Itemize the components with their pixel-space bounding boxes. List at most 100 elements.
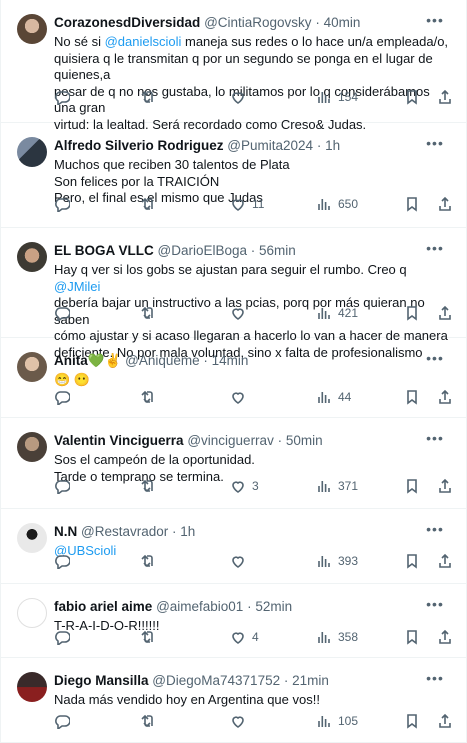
retweet-icon[interactable] (138, 88, 154, 106)
display-name[interactable]: N.N (54, 524, 77, 539)
timestamp[interactable]: 50min (286, 433, 323, 448)
reply-tweet[interactable]: Anita💚✌️ @Aniqueme · 14min ••• 😁 😶 44 (1, 338, 466, 418)
views-button[interactable]: 154 (316, 88, 358, 106)
bookmark-icon[interactable] (404, 552, 420, 570)
share-icon[interactable] (437, 195, 453, 213)
more-icon[interactable]: ••• (426, 670, 444, 688)
reply-icon[interactable] (54, 712, 70, 730)
share-icon[interactable] (437, 304, 453, 322)
like-button[interactable] (230, 552, 252, 570)
retweet-icon[interactable] (138, 552, 154, 570)
display-name[interactable]: Anita💚✌️ (54, 353, 121, 368)
views-button[interactable]: 358 (316, 628, 358, 646)
display-name[interactable]: Diego Mansilla (54, 673, 149, 688)
share-icon[interactable] (437, 88, 453, 106)
tweet-actions: 393 (54, 552, 453, 570)
retweet-icon[interactable] (138, 304, 154, 322)
timestamp[interactable]: 56min (259, 243, 296, 258)
avatar[interactable] (17, 598, 47, 628)
display-name[interactable]: EL BOGA VLLC (54, 243, 154, 258)
bookmark-icon[interactable] (404, 477, 420, 495)
views-button[interactable]: 44 (316, 388, 351, 406)
reply-tweet[interactable]: Alfredo Silverio Rodriguez @Pumita2024 ·… (1, 123, 466, 228)
handle[interactable]: @DiegoMa74371752 (152, 673, 280, 688)
timestamp[interactable]: 14min (212, 353, 249, 368)
more-icon[interactable]: ••• (426, 430, 444, 448)
views-button[interactable]: 371 (316, 477, 358, 495)
more-icon[interactable]: ••• (426, 12, 444, 30)
views-button[interactable]: 650 (316, 195, 358, 213)
handle[interactable]: @CintiaRogovsky (204, 15, 312, 30)
display-name[interactable]: CorazonesdDiversidad (54, 15, 200, 30)
timestamp[interactable]: 52min (255, 599, 292, 614)
reply-icon[interactable] (54, 195, 70, 213)
avatar[interactable] (17, 137, 47, 167)
reply-icon[interactable] (54, 88, 70, 106)
like-button[interactable] (230, 388, 252, 406)
bookmark-icon[interactable] (404, 628, 420, 646)
avatar[interactable] (17, 242, 47, 272)
bookmark-icon[interactable] (404, 712, 420, 730)
reply-tweet[interactable]: fabio ariel aime @aimefabio01 · 52min •••… (1, 584, 466, 658)
display-name[interactable]: Valentin Vinciguerra (54, 433, 184, 448)
handle[interactable]: @aimefabio01 (156, 599, 243, 614)
share-icon[interactable] (437, 477, 453, 495)
reply-tweet[interactable]: Diego Mansilla @DiegoMa74371752 · 21min •… (1, 658, 466, 743)
reply-tweet[interactable]: EL BOGA VLLC @DarioElBoga · 56min ••• Hay … (1, 228, 466, 360)
avatar[interactable] (17, 672, 47, 702)
mention-link[interactable]: @danielscioli (105, 34, 182, 49)
views-button[interactable]: 393 (316, 552, 358, 570)
handle[interactable]: @vinciguerrav (187, 433, 273, 448)
like-button[interactable]: 4 (230, 628, 259, 646)
reply-icon[interactable] (54, 628, 70, 646)
like-button[interactable] (230, 712, 252, 730)
retweet-icon[interactable] (138, 388, 154, 406)
views-button[interactable]: 421 (316, 304, 358, 322)
retweet-icon[interactable] (138, 195, 154, 213)
share-icon[interactable] (437, 628, 453, 646)
display-name[interactable]: Alfredo Silverio Rodriguez (54, 138, 224, 153)
handle[interactable]: @Restavrador (81, 524, 168, 539)
reply-icon[interactable] (54, 477, 70, 495)
reply-tweet[interactable]: CorazonesdDiversidad @CintiaRogovsky · 4… (1, 0, 466, 132)
tweet-header: fabio ariel aime @aimefabio01 · 52min (54, 599, 426, 617)
reply-tweet[interactable]: Valentin Vinciguerra @vinciguerrav · 50m… (1, 418, 466, 509)
reply-icon[interactable] (54, 304, 70, 322)
display-name[interactable]: fabio ariel aime (54, 599, 152, 614)
reply-icon[interactable] (54, 552, 70, 570)
like-button[interactable] (230, 88, 252, 106)
like-button[interactable] (230, 304, 252, 322)
share-icon[interactable] (437, 712, 453, 730)
more-icon[interactable]: ••• (426, 350, 444, 368)
share-icon[interactable] (437, 388, 453, 406)
handle[interactable]: @Pumita2024 (227, 138, 313, 153)
handle[interactable]: @DarioElBoga (158, 243, 248, 258)
more-icon[interactable]: ••• (426, 135, 444, 153)
views-button[interactable]: 105 (316, 712, 358, 730)
more-icon[interactable]: ••• (426, 521, 444, 539)
avatar[interactable] (17, 523, 47, 553)
reply-tweet[interactable]: N.N @Restavrador · 1h ••• @UBScioli 393 (1, 509, 466, 584)
retweet-icon[interactable] (138, 712, 154, 730)
retweet-icon[interactable] (138, 477, 154, 495)
like-button[interactable]: 11 (230, 195, 264, 213)
avatar[interactable] (17, 432, 47, 462)
timestamp[interactable]: 1h (180, 524, 195, 539)
reply-icon[interactable] (54, 388, 70, 406)
handle[interactable]: @Aniqueme (125, 353, 200, 368)
mention-link[interactable]: @JMilei (54, 279, 100, 294)
retweet-icon[interactable] (138, 628, 154, 646)
bookmark-icon[interactable] (404, 304, 420, 322)
avatar[interactable] (17, 14, 47, 44)
bookmark-icon[interactable] (404, 88, 420, 106)
bookmark-icon[interactable] (404, 195, 420, 213)
more-icon[interactable]: ••• (426, 596, 444, 614)
timestamp[interactable]: 21min (292, 673, 329, 688)
share-icon[interactable] (437, 552, 453, 570)
avatar[interactable] (17, 352, 47, 382)
timestamp[interactable]: 1h (325, 138, 340, 153)
timestamp[interactable]: 40min (324, 15, 361, 30)
more-icon[interactable]: ••• (426, 240, 444, 258)
bookmark-icon[interactable] (404, 388, 420, 406)
like-button[interactable]: 3 (230, 477, 259, 495)
